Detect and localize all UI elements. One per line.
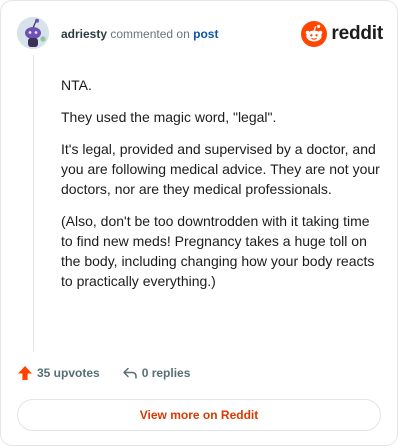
reply-arrow-icon bbox=[122, 367, 137, 379]
comment-header: adriesty commented on post bbox=[61, 27, 218, 41]
username[interactable]: adriesty bbox=[61, 27, 107, 41]
post-link[interactable]: post bbox=[193, 27, 218, 41]
snoo-avatar-icon bbox=[17, 17, 49, 49]
reddit-wordmark: reddit bbox=[331, 23, 383, 44]
comment-paragraph: They used the magic word, "legal". bbox=[61, 109, 277, 125]
reply-count: 0 replies bbox=[141, 366, 191, 380]
thread-line bbox=[33, 55, 34, 351]
view-more-button[interactable]: View more on Reddit bbox=[17, 399, 381, 431]
comment-paragraph: NTA. bbox=[61, 77, 92, 93]
comment-paragraph: It's legal, provided and supervised by a… bbox=[61, 141, 380, 197]
comment-paragraph: (Also, don't be too downtrodden with it … bbox=[61, 213, 375, 289]
reddit-logo[interactable]: reddit bbox=[301, 21, 383, 47]
reddit-snoo-icon bbox=[301, 21, 328, 47]
embedded-comment-card: adriesty commented on post reddit NTA. T… bbox=[0, 0, 398, 446]
reply-button[interactable]: 0 replies bbox=[122, 365, 191, 381]
view-more-label: View more on Reddit bbox=[139, 408, 259, 422]
upvote-count: 35 upvotes bbox=[37, 366, 100, 380]
upvote-arrow-icon bbox=[18, 366, 32, 380]
commented-on-label: commented on bbox=[110, 27, 190, 41]
upvote-button[interactable]: 35 upvotes bbox=[17, 365, 100, 381]
avatar[interactable] bbox=[17, 17, 49, 49]
comment-actions: 35 upvotes 0 replies bbox=[17, 365, 190, 381]
comment-body: NTA. They used the magic word, "legal". … bbox=[61, 75, 381, 303]
